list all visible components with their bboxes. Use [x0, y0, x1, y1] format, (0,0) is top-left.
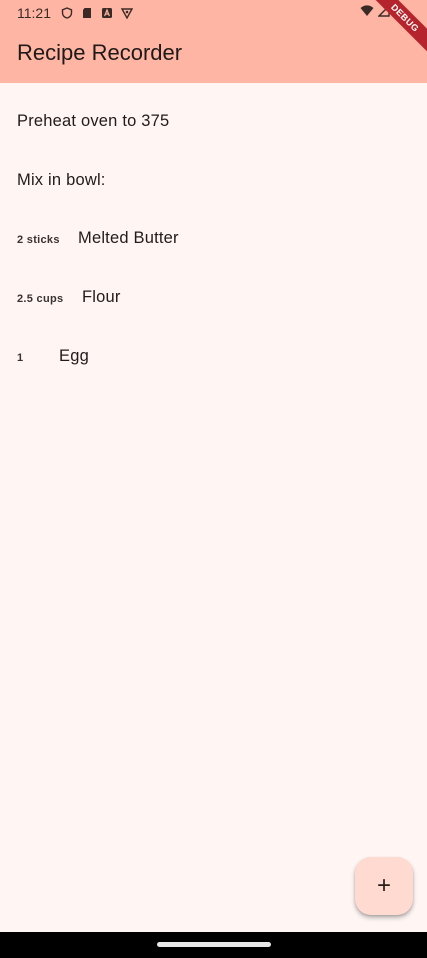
vpn-icon: [121, 8, 133, 19]
ingredient-name: Melted Butter: [78, 229, 179, 247]
status-time: 11:21: [17, 5, 51, 21]
app-screen: 11:21 Recipe Recorder DEBUG Preheat oven…: [0, 0, 427, 958]
step-item: Preheat oven to 375: [17, 112, 170, 130]
app-title: Recipe Recorder: [17, 40, 183, 65]
status-bar: 11:21: [0, 0, 427, 26]
ingredient-quantity: 2.5 cups: [17, 293, 64, 305]
ingredient-item: 2 sticks Melted Butter: [17, 229, 179, 248]
navigation-bar: [0, 932, 427, 958]
app-bar: 11:21 Recipe Recorder DEBUG: [0, 0, 427, 83]
ingredient-name: Flour: [82, 288, 121, 306]
ingredient-quantity: 1: [17, 352, 24, 364]
a-icon: [102, 8, 112, 18]
status-icons-left: [61, 7, 133, 19]
plus-icon: +: [376, 872, 391, 899]
wifi-icon: [360, 5, 374, 16]
sd-card-icon: [83, 8, 91, 18]
ingredient-name: Egg: [59, 347, 89, 365]
add-button[interactable]: +: [355, 857, 413, 915]
ingredient-quantity: 2 sticks: [17, 234, 60, 246]
ingredient-item: 2.5 cups Flour: [17, 288, 121, 307]
ingredient-item: 1 Egg: [17, 347, 89, 366]
step-item: Mix in bowl:: [17, 171, 106, 189]
home-gesture-handle[interactable]: [157, 942, 271, 947]
shield-icon: [61, 7, 73, 19]
